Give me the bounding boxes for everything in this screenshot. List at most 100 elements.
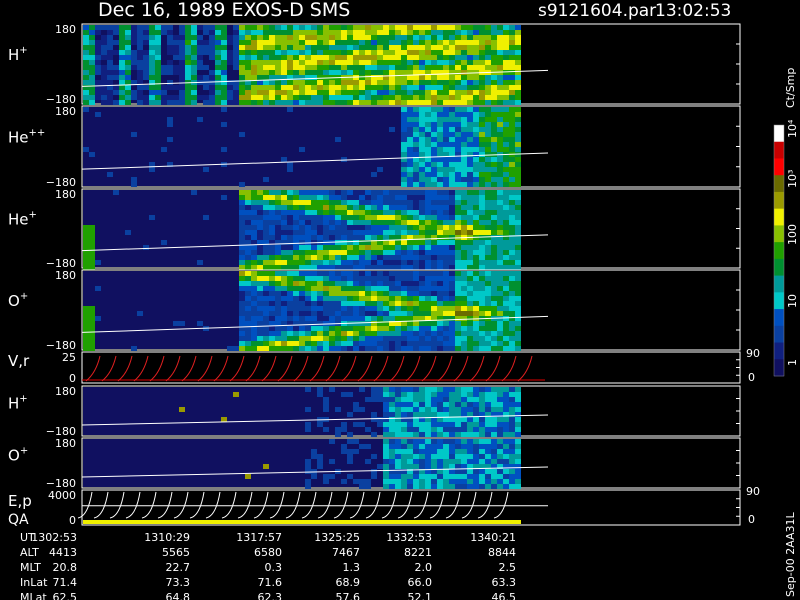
spectrogram-cell	[251, 90, 257, 95]
spectrogram-cell	[131, 25, 137, 30]
spectrogram-cell	[323, 50, 329, 55]
spectrogram-cell	[83, 55, 89, 60]
spectrogram-cell	[419, 112, 425, 117]
spectrogram-cell	[485, 306, 491, 311]
spectrogram-cell	[509, 331, 515, 336]
spectrogram-cell	[467, 215, 473, 220]
spectrogram-cell	[299, 235, 305, 240]
spectrogram-cell	[449, 60, 455, 65]
spectrogram-cell	[329, 291, 335, 296]
spectrogram-cell	[491, 45, 497, 50]
spectrogram-cell	[443, 271, 449, 276]
spectrogram-cell	[125, 230, 131, 235]
spectrogram-cell	[485, 215, 491, 220]
spectrogram-cell	[269, 296, 275, 301]
spectrogram-cell	[197, 321, 203, 326]
spectrogram-cell	[305, 190, 311, 195]
spectrogram-cell	[437, 346, 443, 351]
spectrogram-cell	[257, 220, 263, 225]
spectrogram-cell	[353, 225, 359, 230]
spectrogram-cell	[371, 331, 377, 336]
spectrogram-cell	[257, 50, 263, 55]
spectrogram-cell	[461, 444, 467, 449]
spectrogram-cell	[353, 45, 359, 50]
spectrogram-cell	[395, 439, 401, 444]
spectrogram-cell	[425, 80, 431, 85]
spectrogram-cell	[125, 55, 131, 60]
spectrogram-cell	[473, 30, 479, 35]
spectrogram-cell	[407, 35, 413, 40]
spectrogram-cell	[515, 301, 521, 306]
spectrogram-cell	[323, 301, 329, 306]
spectrogram-cell	[395, 444, 401, 449]
spectrogram-cell	[455, 157, 461, 162]
spectrogram-cell	[257, 286, 263, 291]
spectrogram-cell	[437, 402, 443, 407]
spectrogram-cell	[347, 271, 353, 276]
spectrogram-cell	[269, 235, 275, 240]
spectrogram-cell	[383, 459, 389, 464]
spectrogram-cell	[509, 25, 515, 30]
spectrogram-cell	[431, 296, 437, 301]
spectrogram-cell	[419, 444, 425, 449]
spectrogram-cell	[395, 341, 401, 346]
spectrogram-cell	[137, 40, 143, 45]
spectrogram-cell	[101, 35, 107, 40]
spectrogram-cell	[443, 182, 449, 187]
spectrogram-cell	[419, 60, 425, 65]
spectrogram-cell	[365, 316, 371, 321]
spectrogram-cell	[515, 55, 521, 60]
spectrogram-cell	[341, 205, 347, 210]
spectrogram-cell	[473, 65, 479, 70]
spectrogram-cell	[287, 341, 293, 346]
spectrogram-cell	[509, 112, 515, 117]
spectrogram-cell	[365, 90, 371, 95]
spectrogram-cell	[197, 60, 203, 65]
spectrogram-cell	[473, 167, 479, 172]
spectrogram-cell	[431, 45, 437, 50]
spectrogram-cell	[389, 387, 395, 392]
spectrogram-cell	[503, 311, 509, 316]
spectrogram-cell	[353, 301, 359, 306]
spectrogram-cell	[479, 172, 485, 177]
spectrogram-cell	[281, 195, 287, 200]
spectrogram-cell	[239, 182, 245, 187]
spectrogram-cell	[281, 260, 287, 265]
spectrogram-cell	[245, 215, 251, 220]
spectrogram-cell	[449, 387, 455, 392]
spectrogram-cell	[251, 190, 257, 195]
spectrogram-cell	[263, 271, 269, 276]
spectrogram-cell	[479, 311, 485, 316]
spectrogram-cell	[485, 321, 491, 326]
ephemeris-value: 57.6	[336, 591, 361, 600]
spectrogram-cell	[389, 35, 395, 40]
spectrogram-cell	[449, 412, 455, 417]
spectrogram-cell	[455, 117, 461, 122]
spectrogram-cell	[329, 281, 335, 286]
spectrogram-cell	[479, 286, 485, 291]
spectrogram-cell	[491, 265, 497, 270]
spectrogram-cell	[245, 95, 251, 100]
spectrogram-cell	[341, 341, 347, 346]
spectrogram-cell	[419, 412, 425, 417]
spectrogram-cell	[419, 85, 425, 90]
spectrogram-cell	[155, 45, 161, 50]
spectrogram-cell	[437, 407, 443, 412]
spectrogram-cell	[347, 265, 353, 270]
spectrogram-cell	[497, 271, 503, 276]
spectrogram-cell	[83, 75, 89, 80]
spectrogram-cell	[383, 276, 389, 281]
spectrogram-cell	[299, 271, 305, 276]
spectrogram-cell	[485, 422, 491, 427]
spectrogram-cell	[299, 70, 305, 75]
spectrogram-cell	[383, 50, 389, 55]
spectrogram-cell	[83, 50, 89, 55]
spectrogram-cell	[341, 265, 347, 270]
spectrogram-cell	[83, 65, 89, 70]
spectrogram-cell	[329, 85, 335, 90]
spectrogram-cell	[305, 65, 311, 70]
spectrogram-cell	[323, 65, 329, 70]
spectrogram-cell	[515, 346, 521, 351]
spectrogram-cell	[473, 142, 479, 147]
spectrogram-cell	[455, 316, 461, 321]
